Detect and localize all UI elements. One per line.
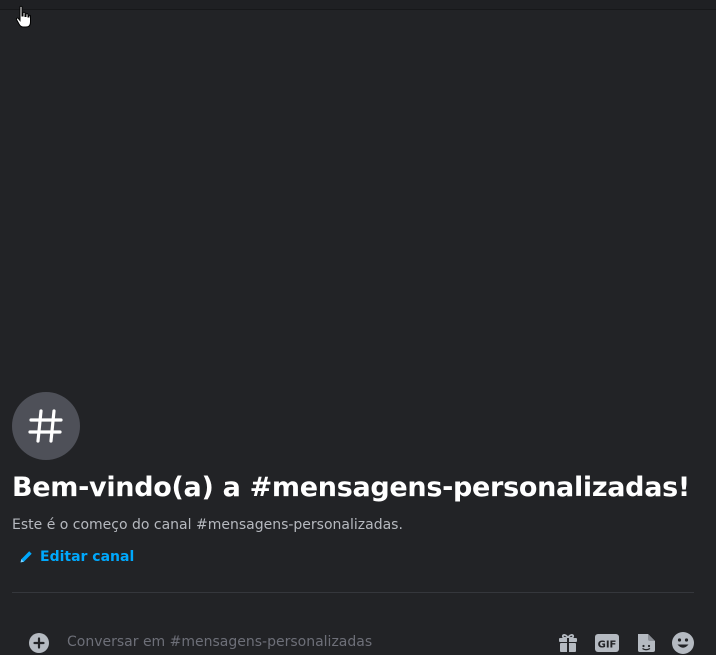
plus-circle-icon[interactable] (29, 633, 49, 653)
hand-cursor-icon (15, 5, 31, 28)
gif-icon[interactable]: GIF (595, 631, 619, 655)
welcome-description: Este é o começo do canal #mensagens-pers… (12, 517, 403, 533)
emoji-icon[interactable] (671, 631, 695, 655)
pencil-icon (20, 551, 32, 563)
edit-channel-label: Editar canal (40, 549, 135, 565)
welcome-title: Bem-vindo(a) a #mensagens-personalizadas… (12, 472, 690, 503)
channel-avatar (12, 392, 80, 460)
hashtag-icon (28, 409, 63, 443)
divider (12, 592, 694, 593)
message-input[interactable] (67, 630, 537, 654)
chat-area: Bem-vindo(a) a #mensagens-personalizadas… (0, 0, 716, 655)
message-composer: GIF (12, 622, 702, 655)
sticker-icon[interactable] (634, 631, 658, 655)
gift-icon[interactable] (556, 631, 580, 655)
header-edge (0, 0, 716, 10)
edit-channel-link[interactable]: Editar canal (19, 549, 134, 565)
gif-label: GIF (598, 640, 617, 651)
